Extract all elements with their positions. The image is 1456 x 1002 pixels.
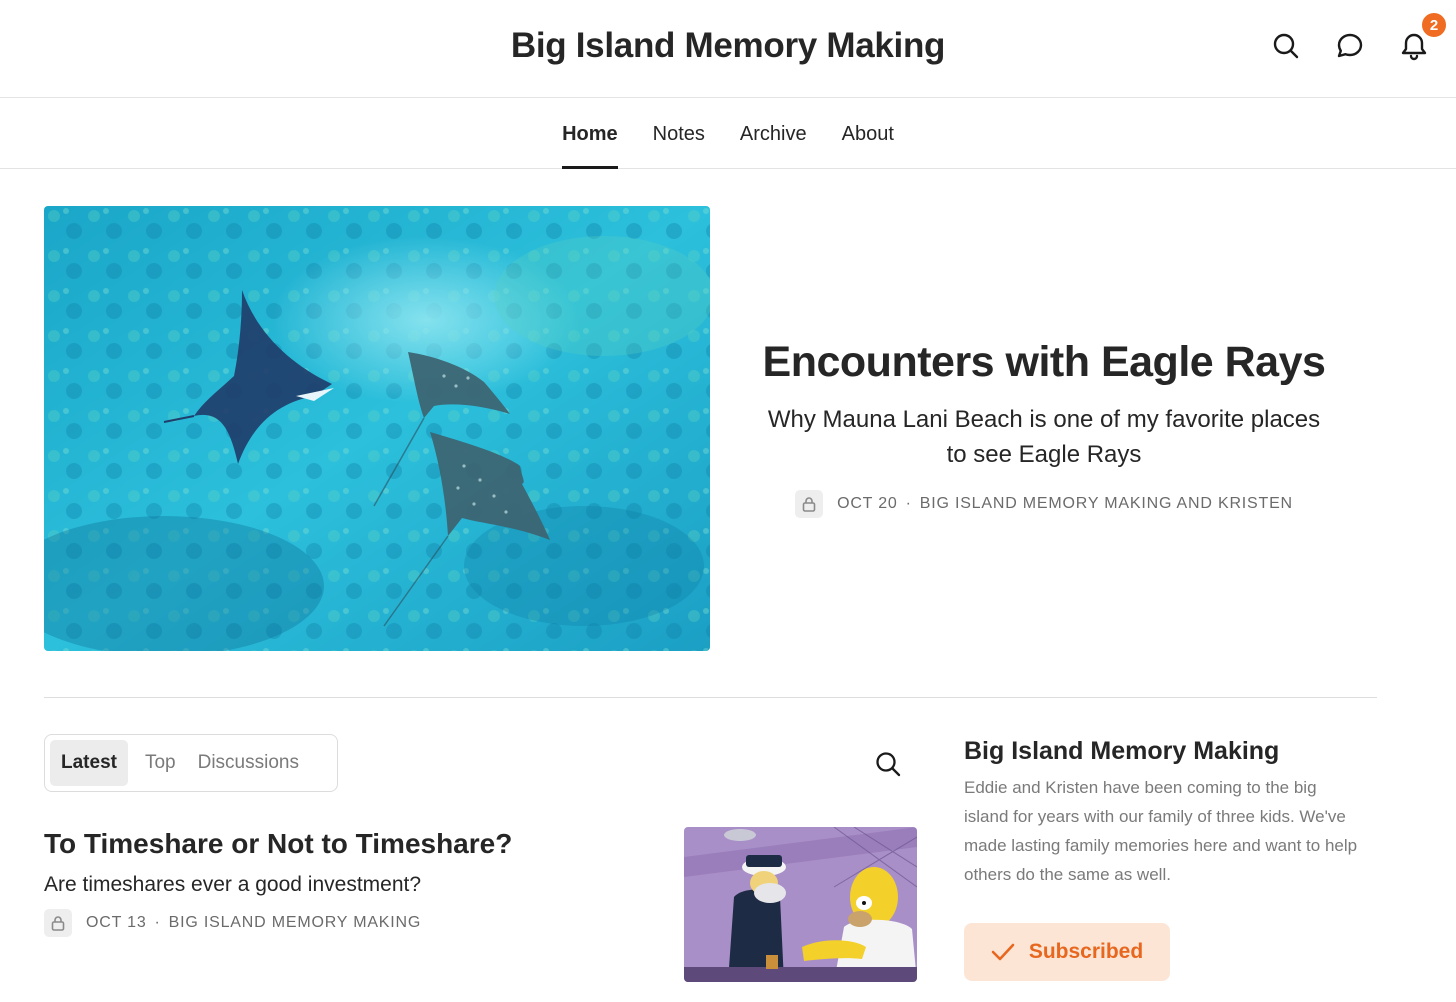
search-button[interactable] <box>1266 26 1306 66</box>
featured-post: Encounters with Eagle Rays Why Mauna Lan… <box>745 336 1343 518</box>
post-meta: OCT 13 · BIG ISLAND MEMORY MAKING <box>44 909 421 937</box>
post-subtitle[interactable]: Are timeshares ever a good investment? <box>44 873 421 897</box>
nav-about[interactable]: About <box>842 98 894 169</box>
post-author[interactable]: BIG ISLAND MEMORY MAKING <box>169 914 421 932</box>
cartoon-thumbnail-image <box>684 827 917 982</box>
checkmark-icon <box>991 943 1015 961</box>
top-bar: Big Island Memory Making 2 <box>0 0 1456 98</box>
meta-separator: · <box>905 495 912 512</box>
lock-icon <box>795 490 824 518</box>
feed-search-button[interactable] <box>868 744 908 784</box>
feed-tabs: Latest Top Discussions <box>44 734 338 792</box>
site-title[interactable]: Big Island Memory Making <box>0 26 1456 66</box>
post-title[interactable]: To Timeshare or Not to Timeshare? <box>44 828 512 860</box>
tab-discussions[interactable]: Discussions <box>187 740 310 786</box>
subscribed-button[interactable]: Subscribed <box>964 923 1170 981</box>
featured-post-meta: OCT 20 · BIG ISLAND MEMORY MAKING AND KR… <box>745 490 1343 518</box>
featured-image[interactable] <box>44 206 710 651</box>
eagle-rays-image <box>44 206 710 651</box>
featured-post-subtitle[interactable]: Why Mauna Lani Beach is one of my favori… <box>745 402 1343 472</box>
post-date: OCT 13 <box>86 914 147 931</box>
featured-post-authors[interactable]: BIG ISLAND MEMORY MAKING AND KRISTEN <box>920 495 1293 513</box>
publication-title[interactable]: Big Island Memory Making <box>964 737 1279 766</box>
subscribed-label: Subscribed <box>1028 940 1144 963</box>
lock-icon <box>44 909 72 937</box>
header-actions: 2 <box>1242 11 1448 66</box>
featured-post-title[interactable]: Encounters with Eagle Rays <box>745 336 1343 388</box>
notification-badge: 2 <box>1420 11 1448 39</box>
nav-home[interactable]: Home <box>562 98 618 169</box>
notifications-button[interactable]: 2 <box>1394 11 1448 66</box>
chat-icon <box>1337 33 1363 58</box>
meta-separator: · <box>154 914 161 931</box>
post-thumbnail[interactable] <box>684 827 917 982</box>
main-nav: Home Notes Archive About <box>0 98 1456 169</box>
search-icon <box>1273 33 1299 59</box>
chat-button[interactable] <box>1330 26 1370 66</box>
publication-description: Eddie and Kristen have been coming to th… <box>964 778 1358 884</box>
nav-archive[interactable]: Archive <box>740 98 807 169</box>
nav-notes[interactable]: Notes <box>653 98 705 169</box>
search-icon <box>876 752 901 777</box>
featured-post-date: OCT 20 <box>837 495 898 512</box>
tab-latest[interactable]: Latest <box>50 740 128 786</box>
tab-top[interactable]: Top <box>134 740 187 786</box>
section-divider <box>44 697 1377 698</box>
